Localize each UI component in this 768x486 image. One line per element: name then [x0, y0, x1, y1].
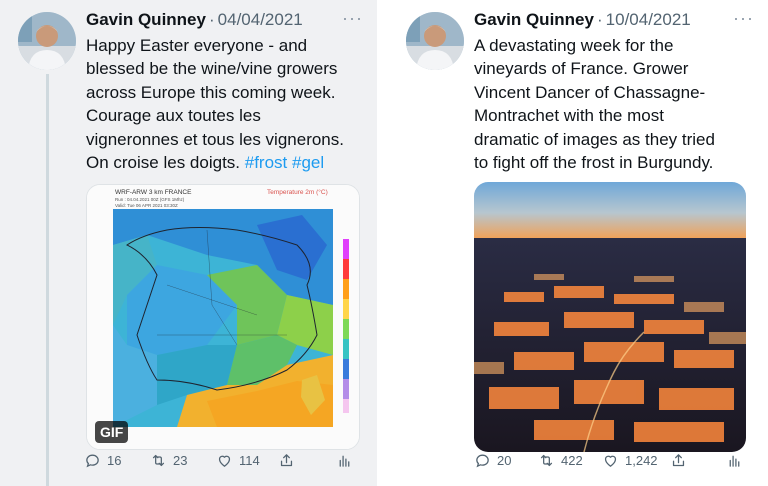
- tweet-text-line: across Europe this coming week.: [86, 82, 336, 102]
- share-button[interactable]: [278, 452, 295, 469]
- author-avatar[interactable]: [406, 12, 464, 70]
- tweet-body: A devastating week for the vineyards of …: [474, 34, 754, 174]
- like-count: 1,242: [625, 452, 658, 468]
- analytics-button[interactable]: [336, 452, 353, 469]
- header-separator: ·: [208, 10, 215, 29]
- tweet-text-line-last: On croise les doigts. #frost #gel: [86, 151, 366, 174]
- retweet-count: 422: [561, 452, 583, 468]
- share-icon: [280, 453, 293, 466]
- analytics-icon: [729, 455, 740, 467]
- author-avatar[interactable]: [18, 12, 76, 70]
- tweet-body: Happy Easter everyone - and blessed be t…: [86, 34, 366, 174]
- heart-icon: [604, 455, 617, 467]
- tweet-date[interactable]: 10/04/2021: [606, 10, 691, 30]
- tweet-date[interactable]: 04/04/2021: [218, 10, 303, 30]
- tweet-header: Gavin Quinney · 10/04/2021 ···: [474, 8, 754, 32]
- gif-badge: GIF: [95, 421, 129, 443]
- author-name[interactable]: Gavin Quinney: [86, 10, 206, 30]
- map-title: WRF-ARW 3 km FRANCE: [115, 189, 192, 196]
- tweet-media-gif[interactable]: WRF-ARW 3 km FRANCE Temperature 2m (°C) …: [86, 184, 360, 450]
- map-run-label: Run : 04.04.2021 00Z (GFS 1Mhz): [115, 197, 185, 202]
- more-options-icon[interactable]: ···: [342, 8, 363, 29]
- share-button[interactable]: [670, 452, 687, 469]
- tweet-card-left[interactable]: Gavin Quinney · 04/04/2021 ··· Happy Eas…: [0, 0, 377, 486]
- map-variable-label: Temperature 2m (°C): [267, 188, 328, 196]
- retweet-button[interactable]: 422: [538, 452, 583, 469]
- tweet-text-line: Vincent Dancer of Chassagne-: [474, 82, 706, 102]
- reply-count: 16: [107, 452, 122, 468]
- retweet-icon: [540, 454, 553, 466]
- reply-count: 20: [497, 452, 512, 468]
- tweet-header: Gavin Quinney · 04/04/2021 ···: [86, 8, 363, 32]
- tweet-text-line: Montrachet with the most: [474, 106, 664, 126]
- map-valid-label: Valid: Tue 06 APR 2021 03:30Z: [115, 203, 178, 208]
- header-separator: ·: [596, 10, 603, 29]
- tweet-text-line: On croise les doigts.: [86, 153, 245, 173]
- author-name[interactable]: Gavin Quinney: [474, 10, 594, 30]
- tweet-text-line: A devastating week for the: [474, 36, 674, 55]
- map-plot-area: [113, 209, 333, 427]
- more-options-icon[interactable]: ···: [733, 8, 754, 29]
- map-color-scale: [343, 239, 349, 413]
- thread-connector-line: [46, 74, 49, 486]
- share-icon: [672, 453, 685, 466]
- vineyard-photo: [474, 182, 746, 452]
- reply-icon: [476, 454, 489, 467]
- retweet-icon: [152, 454, 165, 466]
- retweet-button[interactable]: 23: [150, 452, 187, 469]
- like-button[interactable]: 114: [216, 452, 260, 469]
- tweet-text-line: blessed be the wine/vine growers: [86, 59, 338, 79]
- tweet-text-line: dramatic of images as they tried: [474, 129, 715, 149]
- analytics-button[interactable]: [726, 452, 743, 469]
- tweet-card-right[interactable]: Gavin Quinney · 10/04/2021 ··· A devasta…: [390, 0, 768, 486]
- analytics-icon: [339, 455, 350, 467]
- tweet-media-photo[interactable]: [474, 182, 746, 452]
- reply-button[interactable]: 16: [84, 452, 121, 469]
- avatar-photo: [406, 12, 464, 70]
- avatar-photo: [18, 12, 76, 70]
- hashtag-frost[interactable]: #frost: [245, 153, 288, 172]
- retweet-count: 23: [173, 452, 188, 468]
- reply-button[interactable]: 20: [474, 452, 511, 469]
- reply-icon: [86, 454, 99, 467]
- heart-icon: [218, 455, 231, 467]
- tweet-text-line: Courage aux toutes les: [86, 106, 261, 126]
- tweet-text-line: Happy Easter everyone - and: [86, 36, 308, 55]
- temperature-map: WRF-ARW 3 km FRANCE Temperature 2m (°C) …: [87, 185, 359, 449]
- like-button[interactable]: 1,242: [602, 452, 658, 469]
- tweet-text-line: vigneronnes et tous les vignerons.: [86, 129, 344, 149]
- like-count: 114: [239, 452, 260, 468]
- tweet-text-line: vineyards of France. Grower: [474, 59, 689, 79]
- tweet-text-line: to fight off the frost in Burgundy.: [474, 153, 714, 173]
- hashtag-gel[interactable]: #gel: [292, 153, 324, 172]
